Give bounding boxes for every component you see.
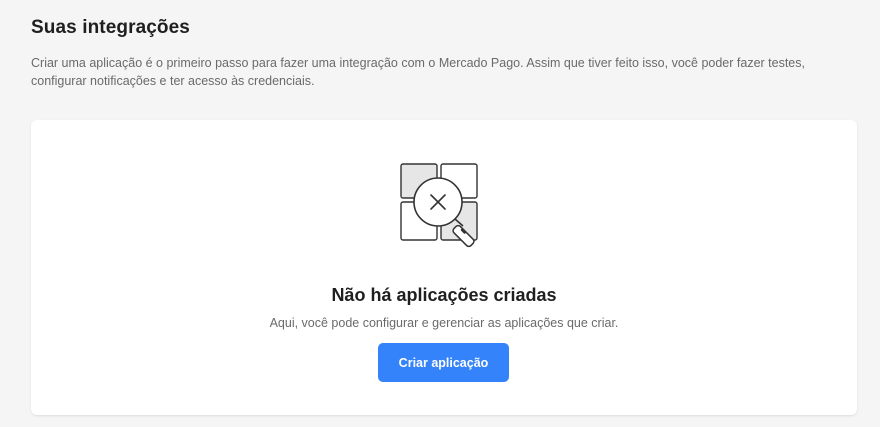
create-application-button[interactable]: Criar aplicação <box>378 343 509 382</box>
empty-state-card: Não há aplicações criadas Aqui, você pod… <box>31 120 857 415</box>
search-not-found-grid-icon <box>399 162 489 252</box>
empty-state-title: Não há aplicações criadas <box>331 285 557 305</box>
page-description: Criar uma aplicação é o primeiro passo p… <box>31 56 805 88</box>
page-title: Suas integrações <box>31 17 190 38</box>
integrations-page: Suas integrações Criar uma aplicação é o… <box>0 0 880 427</box>
empty-state-subtitle: Aqui, você pode configurar e gerenciar a… <box>269 316 619 330</box>
